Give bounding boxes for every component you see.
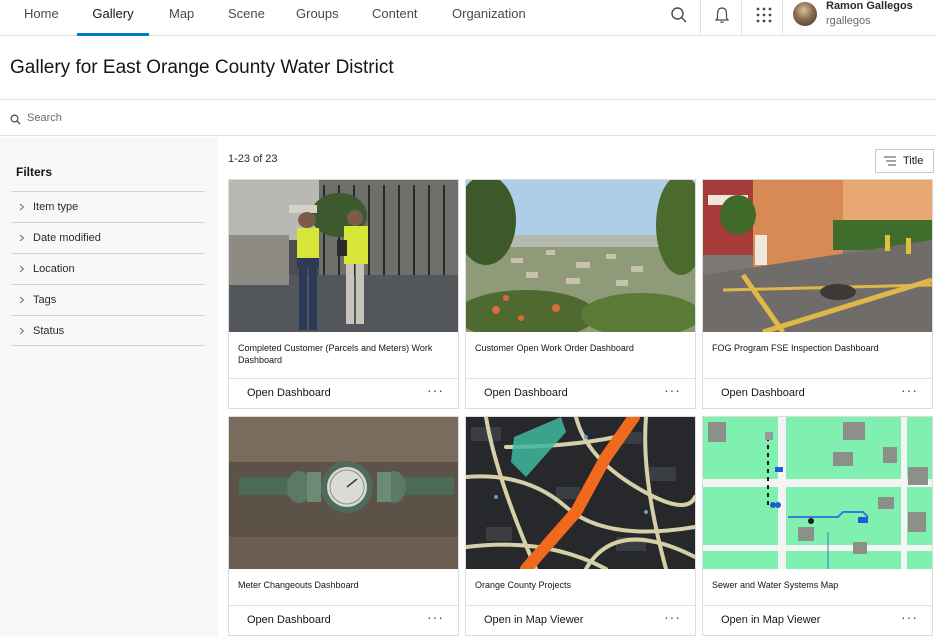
chevron-right-icon (11, 234, 33, 242)
card-footer: Open Dashboard ··· (703, 378, 932, 408)
chevron-right-icon (11, 265, 33, 273)
search-bar (0, 101, 936, 136)
card-title[interactable]: Completed Customer (Parcels and Meters) … (238, 342, 450, 366)
filter-date-modified[interactable]: Date modified (11, 222, 205, 253)
avatar[interactable] (793, 2, 817, 26)
nav-divider (741, 0, 742, 36)
gallery-card[interactable]: Sewer and Water Systems Map Open in Map … (702, 416, 933, 636)
more-options-icon[interactable]: ··· (901, 382, 918, 398)
chevron-right-icon (11, 203, 33, 211)
chevron-right-icon (11, 296, 33, 304)
card-title[interactable]: FOG Program FSE Inspection Dashboard (712, 342, 924, 354)
tab-organization[interactable]: Organization (450, 0, 528, 36)
results-count: 1-23 of 23 (228, 153, 278, 165)
open-dashboard-button[interactable]: Open Dashboard (484, 387, 568, 399)
filters-title: Filters (16, 165, 53, 179)
card-thumbnail[interactable] (466, 417, 695, 569)
app-launcher-icon[interactable] (753, 4, 775, 26)
card-footer: Open Dashboard ··· (466, 378, 695, 408)
open-dashboard-button[interactable]: Open Dashboard (247, 614, 331, 626)
gallery-card[interactable]: FOG Program FSE Inspection Dashboard Ope… (702, 179, 933, 409)
search-input[interactable] (27, 107, 907, 129)
more-options-icon[interactable]: ··· (664, 382, 681, 398)
card-footer: Open in Map Viewer ··· (703, 605, 932, 635)
sort-label: Title (903, 155, 924, 167)
nav-divider (782, 0, 783, 36)
more-options-icon[interactable]: ··· (664, 609, 681, 625)
sort-icon (884, 156, 896, 166)
tab-gallery[interactable]: Gallery (77, 0, 149, 36)
card-title[interactable]: Meter Changeouts Dashboard (238, 579, 450, 591)
tab-groups[interactable]: Groups (294, 0, 341, 36)
open-in-map-viewer-button[interactable]: Open in Map Viewer (721, 614, 820, 626)
search-icon (10, 112, 21, 130)
card-footer: Open Dashboard ··· (229, 378, 458, 408)
filter-location[interactable]: Location (11, 253, 205, 284)
gallery-card[interactable]: Completed Customer (Parcels and Meters) … (228, 179, 459, 409)
page-title: Gallery for East Orange County Water Dis… (10, 57, 394, 78)
filter-item-label: Item type (33, 201, 79, 213)
card-title[interactable]: Orange County Projects (475, 579, 687, 591)
card-footer: Open Dashboard ··· (229, 605, 458, 635)
card-title[interactable]: Customer Open Work Order Dashboard (475, 342, 687, 354)
card-footer: Open in Map Viewer ··· (466, 605, 695, 635)
filter-item-label: Status (33, 324, 65, 337)
open-dashboard-button[interactable]: Open Dashboard (721, 387, 805, 399)
more-options-icon[interactable]: ··· (427, 382, 444, 398)
card-thumbnail[interactable] (703, 180, 932, 332)
card-thumbnail[interactable] (229, 180, 458, 332)
card-title[interactable]: Sewer and Water Systems Map (712, 579, 924, 591)
search-icon[interactable] (668, 4, 690, 26)
gallery-card[interactable]: Meter Changeouts Dashboard Open Dashboar… (228, 416, 459, 636)
tab-home[interactable]: Home (22, 0, 61, 36)
filter-list: Item type Date modified Location Tags St… (11, 191, 205, 346)
top-navigation: Home Gallery Map Scene Groups Content Or… (0, 0, 936, 36)
filter-item-label: Date modified (33, 232, 101, 244)
card-thumbnail[interactable] (703, 417, 932, 569)
gallery-card[interactable]: Customer Open Work Order Dashboard Open … (465, 179, 696, 409)
nav-divider (700, 0, 701, 36)
filters-sidebar: Filters Item type Date modified Location… (0, 137, 218, 636)
card-thumbnail[interactable] (466, 180, 695, 332)
filter-item-type[interactable]: Item type (11, 191, 205, 222)
filter-item-label: Location (33, 263, 75, 275)
open-in-map-viewer-button[interactable]: Open in Map Viewer (484, 614, 583, 626)
more-options-icon[interactable]: ··· (901, 609, 918, 625)
more-options-icon[interactable]: ··· (427, 609, 444, 625)
filter-tags[interactable]: Tags (11, 284, 205, 315)
title-bar: Gallery for East Orange County Water Dis… (0, 37, 936, 100)
tab-map[interactable]: Map (167, 0, 196, 36)
filter-item-label: Tags (33, 294, 57, 306)
bell-icon[interactable] (711, 4, 733, 26)
user-username: rgallegos (826, 15, 871, 27)
user-name[interactable]: Ramon Gallegos (826, 0, 913, 12)
tab-content[interactable]: Content (370, 0, 420, 36)
chevron-right-icon (11, 327, 33, 335)
sort-button[interactable]: Title (875, 149, 934, 173)
gallery-card[interactable]: Orange County Projects Open in Map Viewe… (465, 416, 696, 636)
filter-status[interactable]: Status (11, 315, 205, 346)
card-thumbnail[interactable] (229, 417, 458, 569)
open-dashboard-button[interactable]: Open Dashboard (247, 387, 331, 399)
tab-scene[interactable]: Scene (226, 0, 267, 36)
